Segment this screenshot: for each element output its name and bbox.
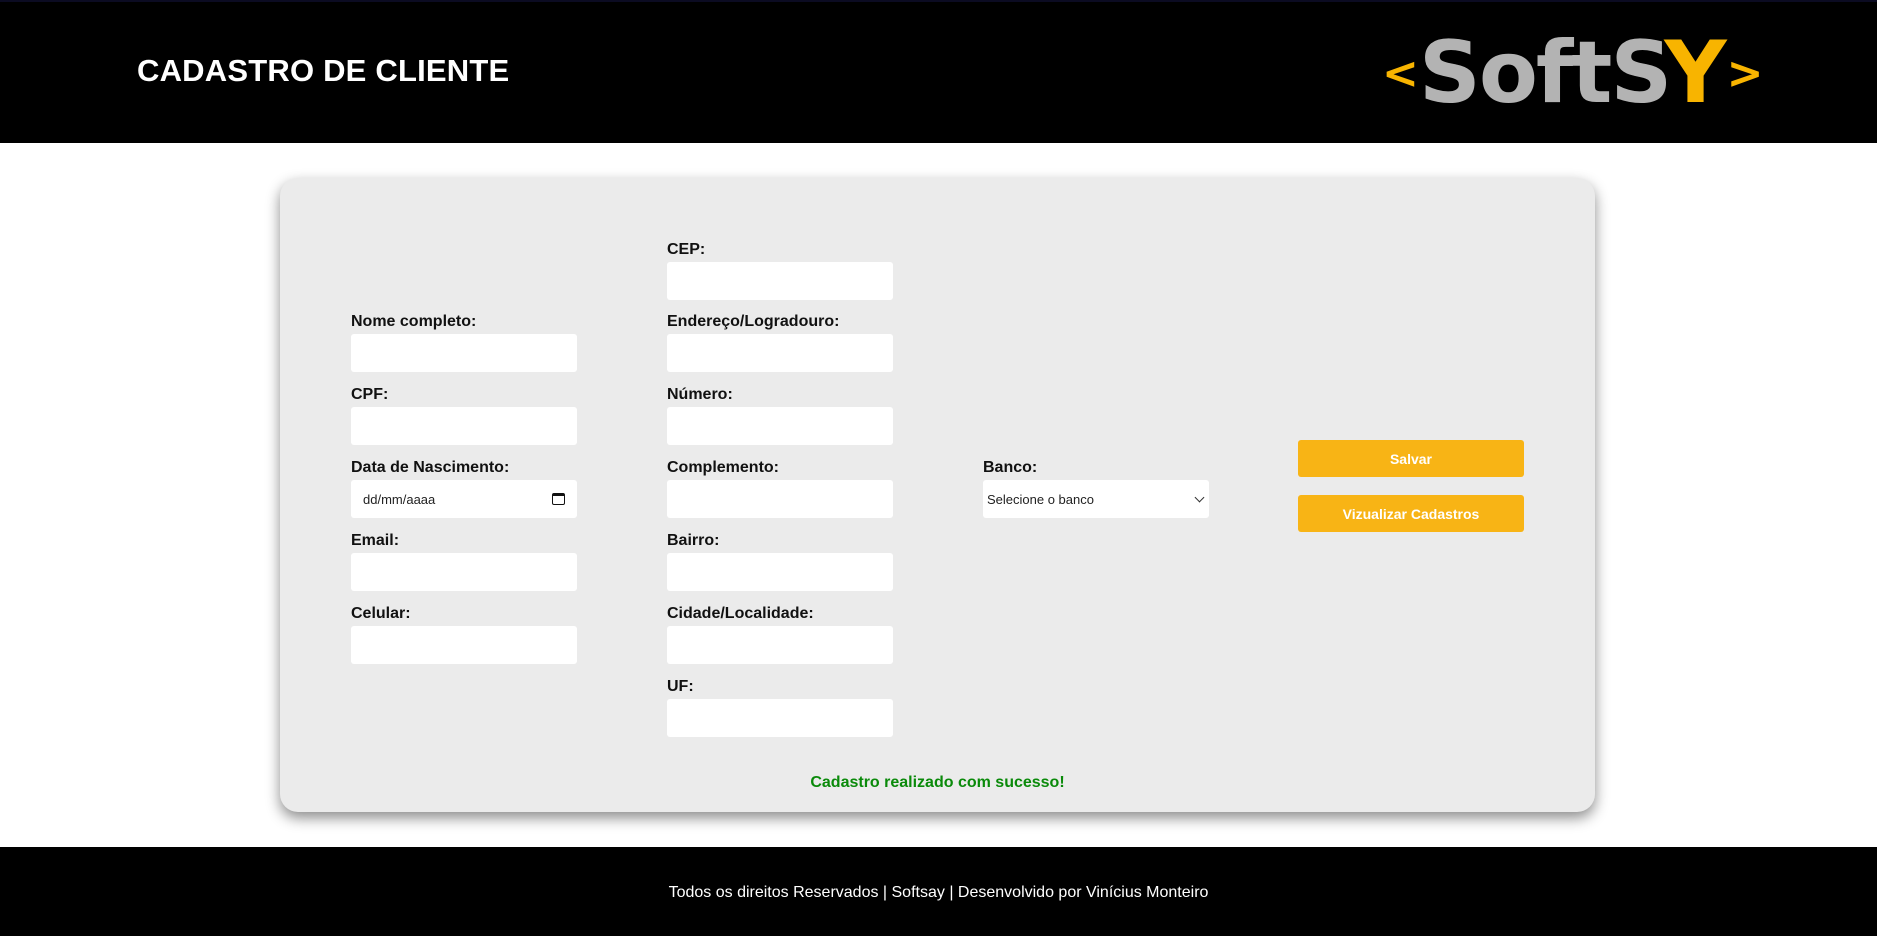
email-label: Email: [351, 532, 400, 549]
nascimento-date-input[interactable]: dd/mm/aaaa [351, 480, 577, 518]
banco-field: Banco: Selecione o banco [983, 458, 1209, 518]
cep-input[interactable] [667, 262, 893, 300]
softsy-logo: < SoftS Y > [1382, 23, 1764, 123]
nascimento-placeholder: dd/mm/aaaa [363, 491, 436, 507]
bairro-input[interactable] [667, 553, 893, 591]
cidade-field: Cidade/Localidade: [667, 604, 893, 664]
nome-input[interactable] [351, 334, 577, 372]
registration-form-card: Nome completo: CPF: Data de Nascimento: … [280, 178, 1595, 812]
numero-field: Número: [667, 385, 893, 445]
save-button[interactable]: Salvar [1298, 440, 1524, 477]
cpf-input[interactable] [351, 407, 577, 445]
logo-y-text: Y [1664, 23, 1727, 123]
calendar-icon[interactable] [552, 493, 565, 505]
page-title: CADASTRO DE CLIENTE [137, 53, 510, 88]
nascimento-field: Data de Nascimento: dd/mm/aaaa [351, 458, 577, 518]
celular-input[interactable] [351, 626, 577, 664]
endereco-field: Endereço/Logradouro: [667, 312, 893, 372]
nascimento-label: Data de Nascimento: [351, 459, 510, 476]
banco-selected-value: Selecione o banco [987, 491, 1094, 507]
cep-field: CEP: [667, 240, 893, 300]
numero-label: Número: [667, 386, 733, 403]
bairro-field: Bairro: [667, 531, 893, 591]
uf-input[interactable] [667, 699, 893, 737]
footer-text: Todos os direitos Reservados | Softsay |… [668, 884, 1209, 901]
celular-label: Celular: [351, 605, 411, 622]
uf-label: UF: [667, 678, 694, 695]
complemento-input[interactable] [667, 480, 893, 518]
footer: Todos os direitos Reservados | Softsay |… [0, 847, 1877, 936]
complemento-label: Complemento: [667, 459, 779, 476]
uf-field: UF: [667, 677, 893, 737]
cpf-field: CPF: [351, 385, 577, 445]
logo-left-bracket: < [1382, 47, 1419, 99]
nome-label: Nome completo: [351, 313, 477, 330]
logo-soft-text: SoftS [1418, 23, 1672, 123]
success-message: Cadastro realizado com sucesso! [810, 774, 1065, 791]
logo-right-bracket: > [1726, 47, 1764, 99]
cep-label: CEP: [667, 241, 706, 258]
cidade-input[interactable] [667, 626, 893, 664]
email-field: Email: [351, 531, 577, 591]
endereco-label: Endereço/Logradouro: [667, 313, 840, 330]
cpf-label: CPF: [351, 386, 389, 403]
view-records-button[interactable]: Vizualizar Cadastros [1298, 495, 1524, 532]
numero-input[interactable] [667, 407, 893, 445]
chevron-down-icon [1194, 492, 1205, 502]
endereco-input[interactable] [667, 334, 893, 372]
celular-field: Celular: [351, 604, 577, 664]
nome-field: Nome completo: [351, 312, 577, 372]
cidade-label: Cidade/Localidade: [667, 605, 814, 622]
banco-select[interactable]: Selecione o banco [983, 480, 1209, 518]
email-input[interactable] [351, 553, 577, 591]
complemento-field: Complemento: [667, 458, 893, 518]
bairro-label: Bairro: [667, 532, 720, 549]
header: CADASTRO DE CLIENTE < SoftS Y > [0, 0, 1877, 143]
banco-label: Banco: [983, 459, 1038, 476]
